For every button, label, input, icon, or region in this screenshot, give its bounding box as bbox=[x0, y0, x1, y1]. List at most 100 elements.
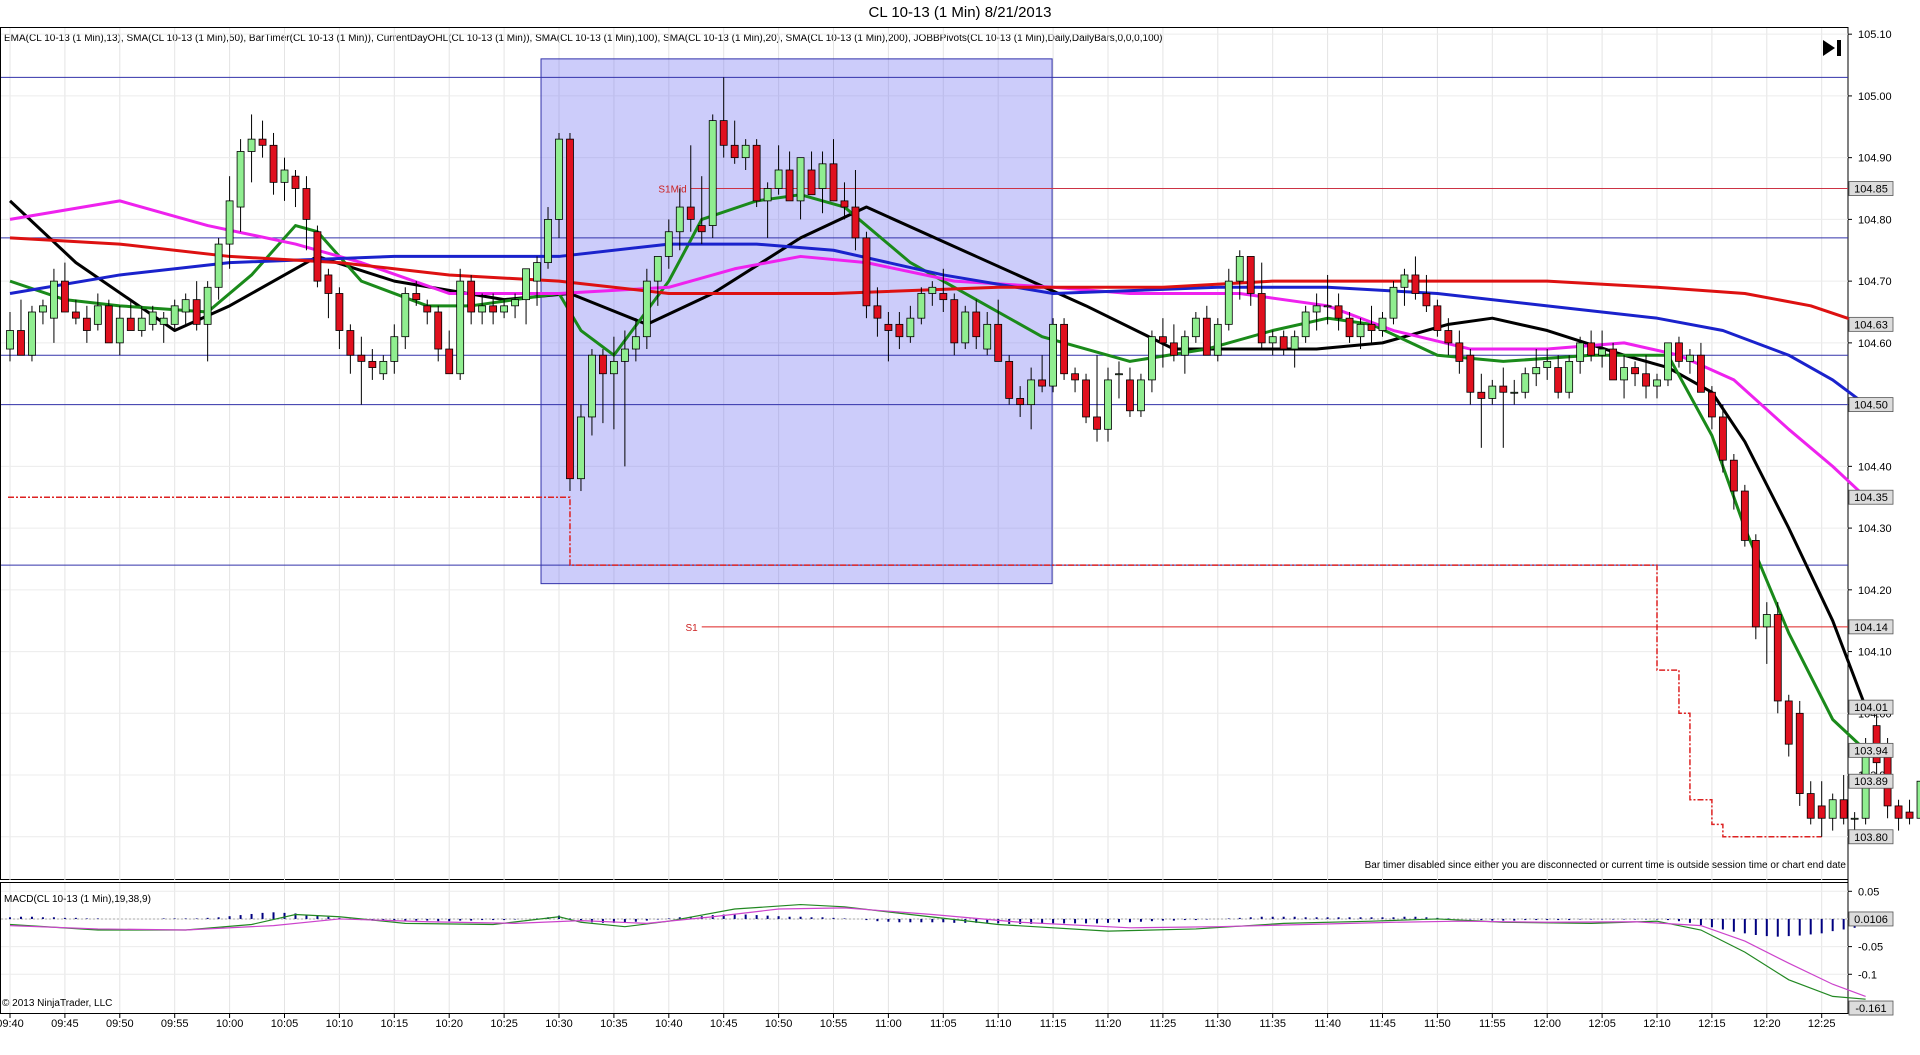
candle bbox=[1104, 367, 1112, 442]
candle-body bbox=[357, 354, 366, 362]
candle-body bbox=[1378, 317, 1387, 331]
candle-body bbox=[1323, 305, 1332, 308]
candle-body bbox=[1795, 712, 1804, 794]
candle bbox=[401, 287, 410, 350]
candle-body bbox=[1565, 360, 1574, 393]
candle bbox=[1510, 379, 1519, 405]
candle bbox=[1093, 355, 1101, 442]
candle bbox=[1828, 793, 1837, 831]
candle bbox=[1071, 367, 1079, 393]
candle-body bbox=[6, 330, 14, 350]
candle-body bbox=[1905, 811, 1914, 819]
candle-body bbox=[829, 163, 838, 202]
candle-body bbox=[1532, 367, 1541, 375]
macd-signal-line bbox=[9, 907, 1866, 997]
candle-body bbox=[961, 311, 970, 344]
candle-body bbox=[467, 280, 476, 313]
candle bbox=[1653, 373, 1661, 399]
candle-body bbox=[258, 138, 267, 146]
candle bbox=[1554, 355, 1563, 399]
candle-body bbox=[1202, 317, 1211, 356]
candle bbox=[1488, 379, 1497, 405]
candle-body bbox=[511, 299, 519, 307]
candle bbox=[1817, 781, 1826, 837]
candle bbox=[324, 268, 333, 319]
time-tick-label: 11:40 bbox=[1314, 1018, 1341, 1030]
price-tick-label: 104.20 bbox=[1858, 585, 1892, 597]
candle-body bbox=[412, 293, 421, 301]
candle-body bbox=[522, 268, 530, 301]
candle bbox=[269, 132, 278, 195]
candle bbox=[390, 324, 399, 374]
candle bbox=[467, 274, 476, 325]
price-tick-label: 104.30 bbox=[1858, 523, 1892, 535]
candle-body bbox=[269, 144, 278, 183]
macd-tick-label: -0.1 bbox=[1858, 969, 1877, 981]
candle bbox=[1279, 330, 1288, 356]
time-tick-label: 09:40 bbox=[0, 1018, 24, 1030]
candle-body bbox=[1312, 305, 1321, 313]
time-tick-label: 10:35 bbox=[600, 1018, 628, 1030]
candle-body bbox=[1729, 459, 1738, 492]
candle bbox=[379, 355, 388, 380]
candle-body bbox=[1301, 311, 1310, 338]
candle-body bbox=[774, 169, 783, 189]
time-tick-label: 11:10 bbox=[985, 1018, 1012, 1030]
candle-body bbox=[1257, 293, 1266, 344]
price-tick-label: 104.60 bbox=[1858, 338, 1892, 350]
candle-body bbox=[588, 354, 596, 418]
candle-body bbox=[566, 138, 574, 480]
candle bbox=[1686, 349, 1694, 374]
price-chart[interactable]: 09:40 09:45 09:50 09:55 10:00 10:05 10:10 10:15… bbox=[0, 0, 1920, 1055]
candle bbox=[708, 114, 717, 238]
candle bbox=[1609, 342, 1617, 381]
time-tick-label: 11:15 bbox=[1040, 1018, 1067, 1030]
candle bbox=[1598, 330, 1606, 368]
candle bbox=[566, 132, 574, 492]
candle bbox=[39, 299, 47, 325]
candle bbox=[6, 312, 14, 362]
candle-body bbox=[1455, 342, 1464, 362]
time-tick-label: 10:15 bbox=[381, 1018, 409, 1030]
candle bbox=[1159, 318, 1167, 368]
time-tick-label: 10:40 bbox=[655, 1018, 683, 1030]
time-tick-label: 10:25 bbox=[490, 1018, 518, 1030]
candle bbox=[1301, 305, 1310, 343]
price-tick-label: 104.70 bbox=[1858, 276, 1892, 288]
candle-body bbox=[895, 323, 904, 338]
candle-body bbox=[324, 274, 333, 294]
candle-body bbox=[1148, 336, 1156, 381]
candle-body bbox=[148, 311, 157, 325]
candle bbox=[862, 231, 871, 319]
candle-body bbox=[972, 311, 981, 338]
price-label-text: 103.80 bbox=[1854, 832, 1888, 844]
candle-body bbox=[1894, 805, 1903, 819]
candle-body bbox=[577, 416, 585, 480]
time-tick-label: 09:55 bbox=[161, 1018, 189, 1030]
candle-body bbox=[1708, 391, 1716, 418]
candle-body bbox=[1180, 336, 1189, 356]
bar-timer-status: Bar timer disabled since either you are … bbox=[1364, 860, 1846, 871]
price-tick-label: 104.40 bbox=[1858, 461, 1892, 473]
time-tick-label: 11:55 bbox=[1479, 1018, 1506, 1030]
candle-body bbox=[818, 163, 827, 189]
candle bbox=[126, 299, 135, 331]
candle-body bbox=[631, 336, 640, 350]
candle-body bbox=[50, 280, 58, 319]
candle-body bbox=[1005, 360, 1014, 399]
candle bbox=[368, 349, 377, 380]
candle bbox=[104, 299, 113, 344]
time-tick-label: 09:50 bbox=[106, 1018, 134, 1030]
candle bbox=[1257, 262, 1266, 350]
candle bbox=[1751, 534, 1760, 640]
candle bbox=[1224, 268, 1233, 331]
time-tick-label: 11:30 bbox=[1204, 1018, 1231, 1030]
candle-body bbox=[1675, 342, 1683, 362]
candle bbox=[170, 299, 179, 331]
candle-body bbox=[642, 280, 651, 338]
candle-body bbox=[1016, 398, 1025, 406]
candle-body bbox=[862, 237, 871, 307]
candle bbox=[71, 299, 80, 325]
price-tick-label: 104.90 bbox=[1858, 153, 1892, 165]
candle-body bbox=[203, 286, 212, 325]
